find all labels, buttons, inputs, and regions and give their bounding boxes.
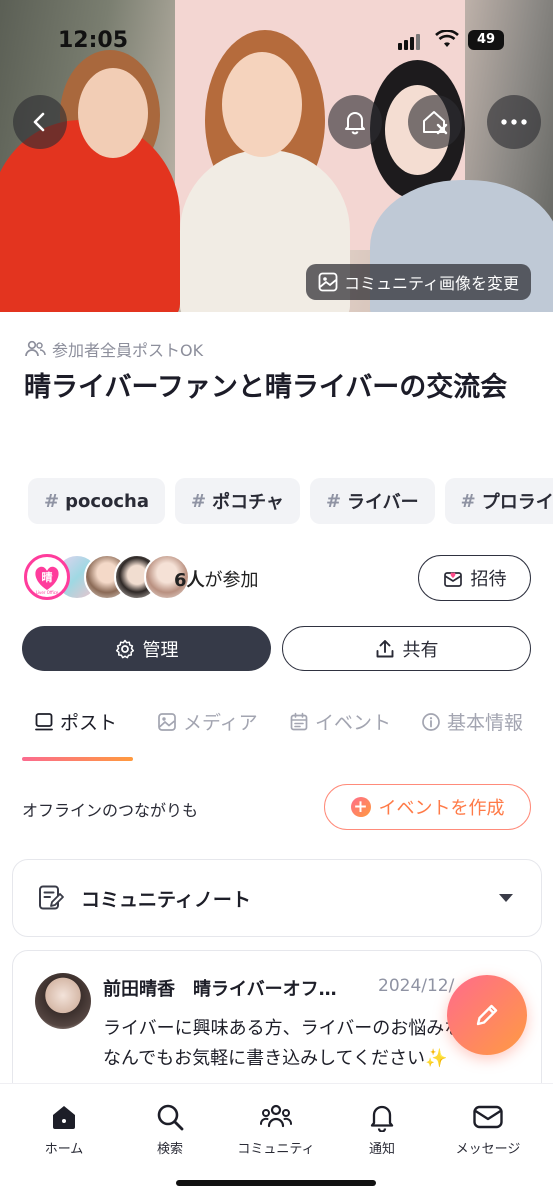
community-logo-avatar: 晴 Liver Office (24, 554, 70, 600)
calendar-icon (290, 712, 308, 730)
nav-home[interactable]: ホーム (9, 1102, 119, 1157)
share-button[interactable]: 共有 (282, 626, 531, 671)
tag-chip[interactable]: # プロライ (444, 478, 553, 524)
cellular-signal-icon (398, 34, 422, 54)
cover-person-body (0, 120, 180, 312)
create-event-label: イベントを作成 (378, 798, 505, 819)
post-body: ライバーに興味ある方、ライバーのお悩みなどなんでもお気軽に書き込みしてください✨ (103, 1018, 481, 1069)
logo-subtext: Liver Office (36, 590, 59, 595)
change-cover-image-button[interactable]: コミュニティ画像を変更 (306, 264, 532, 300)
manage-button[interactable]: 管理 (22, 626, 271, 671)
content-tabs: ポスト メディア イベント 基本情報 (22, 708, 553, 764)
info-icon (422, 712, 440, 731)
invite-label: 招待 (470, 569, 507, 590)
invite-envelope-icon (443, 572, 462, 587)
member-avatars[interactable]: 晴 Liver Office (24, 554, 190, 600)
nav-label: メッセージ (455, 1142, 521, 1157)
tag-list: # pococha # ポコチャ # ライバー # プロライ (28, 478, 553, 524)
tab-event[interactable]: イベント (289, 708, 391, 735)
tag-chip[interactable]: # ポコチャ (175, 478, 300, 524)
nav-search[interactable]: 検索 (115, 1102, 225, 1157)
plus-circle-icon: + (350, 797, 371, 817)
tag-label: ライバー (347, 492, 419, 513)
nav-messages[interactable]: メッセージ (433, 1102, 543, 1157)
tag-label: プロライ (481, 492, 553, 513)
create-event-button[interactable]: + イベントを作成 (324, 784, 531, 830)
chevron-left-icon (33, 112, 45, 132)
member-count-suffix: が参加 (204, 570, 259, 591)
status-time: 12:05 (58, 28, 129, 53)
tab-basic-info[interactable]: 基本情報 (421, 708, 523, 735)
more-horizontal-icon (501, 119, 527, 125)
note-edit-icon (39, 885, 64, 910)
chevron-down-icon[interactable] (499, 894, 513, 902)
community-note-card[interactable]: コミュニティノート (12, 859, 542, 937)
nav-label: ホーム (44, 1142, 84, 1157)
nav-label: コミュニティ (237, 1142, 315, 1157)
logo-text: 晴 (42, 570, 53, 584)
invite-button[interactable]: 招待 (418, 555, 531, 601)
bell-icon (370, 1105, 394, 1132)
community-note-title: コミュニティノート (81, 888, 251, 911)
offline-prompt: オフラインのつながりも (22, 801, 199, 820)
change-cover-image-label: コミュニティ画像を変更 (344, 274, 520, 293)
pencil-icon (476, 1004, 498, 1026)
back-button[interactable] (13, 95, 67, 149)
member-count: 6人が参加 (174, 566, 259, 592)
share-label: 共有 (402, 639, 439, 661)
hash-icon: # (460, 490, 476, 512)
post-permission-label: 参加者全員ポストOK (52, 341, 204, 360)
tab-post[interactable]: ポスト (34, 708, 117, 735)
nav-notifications[interactable]: 通知 (327, 1102, 437, 1157)
compose-post-button[interactable] (447, 975, 527, 1055)
tab-label: 基本情報 (447, 712, 524, 734)
tag-label: ポコチャ (212, 492, 284, 513)
tab-label: メディア (183, 712, 258, 734)
gear-icon (115, 639, 134, 658)
post-icon (35, 712, 53, 730)
tab-media[interactable]: メディア (157, 708, 258, 735)
home-icon (53, 1106, 75, 1129)
battery-indicator: 49 (468, 30, 504, 50)
tag-label: pococha (65, 490, 150, 512)
nav-label: 検索 (156, 1142, 183, 1157)
nav-community[interactable]: コミュニティ (221, 1102, 331, 1157)
tab-label: イベント (315, 712, 392, 734)
bell-icon (345, 112, 365, 135)
community-icon (260, 1104, 292, 1128)
share-upload-icon (376, 639, 393, 657)
home-indicator (176, 1180, 376, 1186)
nav-label: 通知 (368, 1142, 395, 1157)
tag-chip[interactable]: # pococha (28, 478, 166, 524)
status-bar: 12:05 49 (0, 0, 553, 80)
tab-label: ポスト (60, 712, 118, 734)
hash-icon: # (191, 490, 207, 512)
tag-chip[interactable]: # ライバー (309, 478, 435, 524)
image-icon (318, 272, 338, 292)
hash-icon: # (44, 490, 60, 512)
hash-icon: # (325, 490, 342, 512)
active-tab-indicator (22, 757, 133, 761)
notification-bell-button[interactable] (328, 95, 382, 149)
post-author[interactable]: 前田晴香 晴ライバーオフ… (103, 975, 368, 1001)
home-remove-icon (423, 111, 448, 135)
cover-person-face (78, 68, 148, 158)
wifi-icon (435, 29, 459, 52)
people-icon (25, 340, 46, 357)
community-title: 晴ライバーファンと晴ライバーの交流会 (24, 372, 508, 403)
member-count-number: 6人 (174, 570, 205, 591)
post-permission: 参加者全員ポストOK (24, 337, 203, 361)
manage-label: 管理 (142, 639, 179, 661)
author-avatar[interactable] (35, 973, 91, 1029)
more-options-button[interactable] (487, 95, 541, 149)
image-icon (158, 712, 176, 731)
leave-community-button[interactable] (408, 95, 462, 149)
search-icon (157, 1104, 184, 1131)
mail-icon (473, 1105, 503, 1129)
post-date: 2024/12/ (378, 976, 455, 996)
